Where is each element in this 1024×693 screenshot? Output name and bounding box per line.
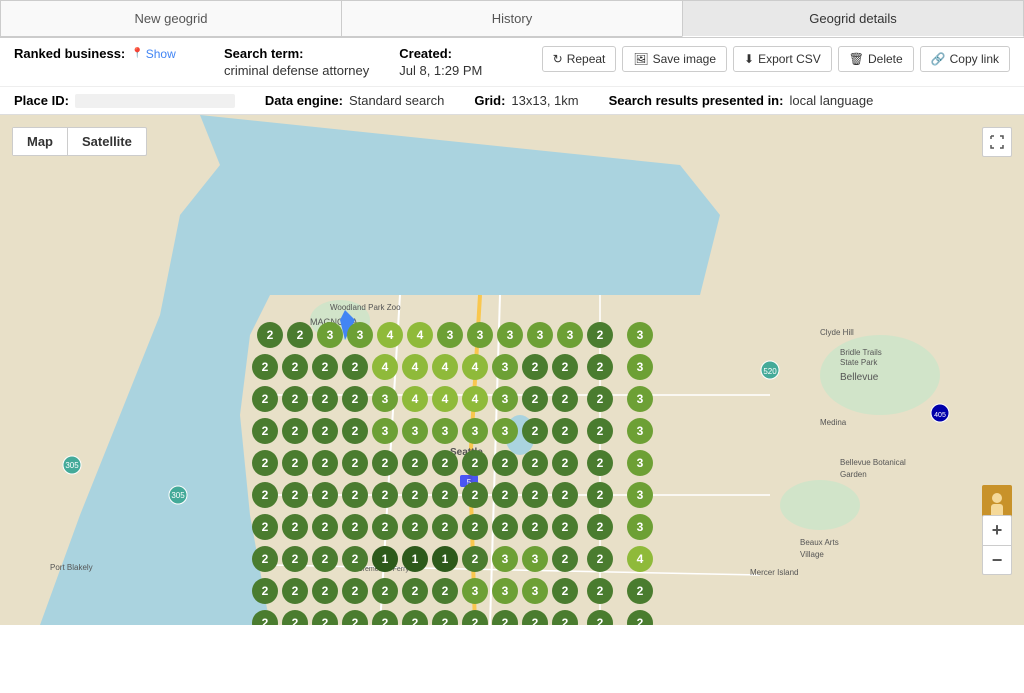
place-id-label: Place ID: [14, 93, 69, 108]
svg-text:Garden: Garden [840, 470, 867, 479]
zoom-in-button[interactable]: + [982, 515, 1012, 545]
grid-label: Grid: [474, 93, 505, 108]
svg-text:305: 305 [171, 491, 185, 500]
repeat-button[interactable]: ↻ Repeat [542, 46, 617, 72]
tab-geogrid-details[interactable]: Geogrid details [682, 0, 1024, 37]
info-columns: Search term: criminal defense attorney C… [224, 46, 542, 78]
svg-text:Mercer Island: Mercer Island [750, 568, 798, 577]
svg-text:Bremerton Ferry: Bremerton Ferry [358, 566, 409, 573]
data-engine-value: Standard search [349, 93, 444, 108]
link-icon: 🔗 [931, 52, 946, 66]
svg-text:Port Blakely: Port Blakely [50, 563, 93, 572]
created-label: Created: [399, 46, 519, 61]
copy-link-button[interactable]: 🔗 Copy link [920, 46, 1010, 72]
svg-text:Village: Village [800, 550, 824, 559]
ranked-business-label: Ranked business: [14, 46, 125, 61]
tabs-bar: New geogrid History Geogrid details [0, 0, 1024, 38]
satellite-button[interactable]: Satellite [67, 128, 146, 155]
svg-text:Clyde Hill: Clyde Hill [820, 328, 854, 337]
map-container[interactable]: MAGNOLIA Seattle Bellevue Woodland Park … [0, 115, 1024, 625]
zoom-out-button[interactable]: − [982, 545, 1012, 575]
svg-text:405: 405 [934, 412, 946, 419]
tab-history[interactable]: History [341, 0, 682, 37]
data-engine-section: Data engine: Standard search [265, 93, 444, 108]
svg-text:Bridle Trails: Bridle Trails [840, 348, 882, 357]
info-bar-bottom: Place ID: Data engine: Standard search G… [0, 87, 1024, 115]
place-id-value-placeholder [75, 94, 235, 108]
created-col: Created: Jul 8, 1:29 PM [399, 46, 519, 78]
map-button[interactable]: Map [13, 128, 67, 155]
svg-text:Medina: Medina [820, 418, 847, 427]
map-type-control: Map Satellite [12, 127, 147, 156]
fullscreen-icon [990, 135, 1004, 149]
search-results-label: Search results presented in: [609, 93, 784, 108]
show-link[interactable]: Show [131, 47, 175, 61]
map-background: MAGNOLIA Seattle Bellevue Woodland Park … [0, 115, 1024, 625]
place-id-section: Place ID: [14, 93, 235, 108]
search-results-value: local language [789, 93, 873, 108]
search-term-value: criminal defense attorney [224, 63, 369, 78]
export-csv-button[interactable]: ⬇ Export CSV [733, 46, 832, 72]
svg-text:5: 5 [467, 478, 472, 487]
svg-text:State Park: State Park [840, 358, 878, 367]
svg-text:305: 305 [65, 461, 79, 470]
download-icon: ⬇ [744, 52, 754, 66]
svg-text:Bellevue Botanical: Bellevue Botanical [840, 458, 906, 467]
svg-text:Bellevue: Bellevue [840, 372, 879, 383]
grid-value: 13x13, 1km [511, 93, 578, 108]
search-results-section: Search results presented in: local langu… [609, 93, 874, 108]
search-term-col: Search term: criminal defense attorney [224, 46, 369, 78]
trash-icon: 🗑 [849, 52, 864, 66]
created-value: Jul 8, 1:29 PM [399, 63, 519, 78]
svg-text:Beaux Arts: Beaux Arts [800, 538, 839, 547]
grid-section: Grid: 13x13, 1km [474, 93, 578, 108]
search-term-label: Search term: [224, 46, 369, 61]
tab-new-geogrid[interactable]: New geogrid [0, 0, 341, 37]
svg-text:Woodland Park Zoo: Woodland Park Zoo [330, 303, 401, 312]
image-icon: 🖼 [633, 52, 648, 66]
repeat-icon: ↻ [553, 52, 563, 66]
info-bar-top: Ranked business: Show Search term: crimi… [0, 38, 1024, 87]
action-buttons: ↻ Repeat 🖼 Save image ⬇ Export CSV 🗑 Del… [542, 46, 1010, 72]
ranked-business-section: Ranked business: Show [14, 46, 224, 65]
zoom-controls: + − [982, 515, 1012, 575]
svg-text:Seattle: Seattle [450, 447, 483, 458]
svg-text:520: 520 [763, 367, 777, 376]
delete-button[interactable]: 🗑 Delete [838, 46, 914, 72]
fullscreen-button[interactable] [982, 127, 1012, 157]
data-engine-label: Data engine: [265, 93, 343, 108]
save-image-button[interactable]: 🖼 Save image [622, 46, 727, 72]
